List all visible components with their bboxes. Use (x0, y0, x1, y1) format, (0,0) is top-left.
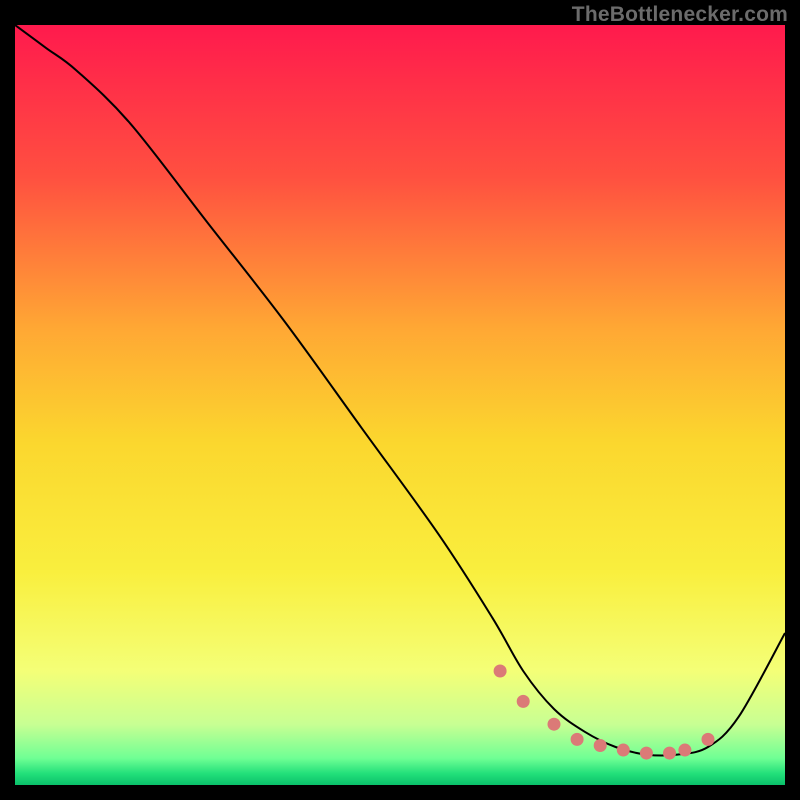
plot-frame (15, 25, 785, 785)
highlight-dot (663, 747, 676, 760)
highlight-dot (640, 747, 653, 760)
highlight-dot (702, 733, 715, 746)
highlight-dot (594, 739, 607, 752)
chart-stage: TheBottlenecker.com (0, 0, 800, 800)
highlight-dot (494, 665, 507, 678)
plot-svg (15, 25, 785, 785)
highlight-dot (678, 744, 691, 757)
gradient-background (15, 25, 785, 785)
highlight-dot (571, 733, 584, 746)
highlight-dot (517, 695, 530, 708)
watermark-text: TheBottlenecker.com (572, 3, 788, 27)
highlight-dot (617, 744, 630, 757)
highlight-dot (548, 718, 561, 731)
